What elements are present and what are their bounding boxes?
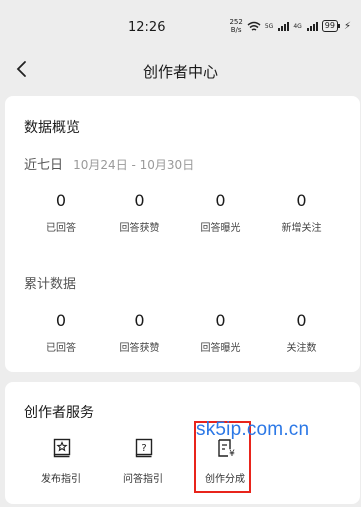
page-title: 创作者中心 — [142, 63, 218, 81]
stat-item[interactable]: 0 回答曝光 — [180, 311, 261, 361]
stat-item[interactable]: 0 回答获赞 — [99, 191, 180, 241]
status-time: 12:26 — [128, 20, 166, 35]
watermark: sk5ip.com.cn — [196, 419, 310, 440]
creator-services-card: 创作者服务 发布指引 ? 问答指引 ¥ 创作分成 — [5, 382, 360, 504]
status-bar: 12:26 252 B/s 5G 4G 99 ⚡ — [0, 0, 361, 44]
total-data-label: 累计数据 — [24, 277, 77, 292]
qa-guide-icon: ? — [135, 438, 153, 458]
stat-label: 回答获赞 — [119, 223, 160, 234]
service-label: 发布指引 — [41, 474, 81, 485]
signal-4g-label: 4G — [293, 22, 302, 30]
total-stats: 0 已回答 0 回答获赞 0 回答曝光 0 关注数 — [5, 311, 360, 361]
network-speed-value: 252 — [229, 18, 243, 26]
stat-item[interactable]: 0 关注数 — [261, 311, 342, 361]
stat-value: 0 — [55, 311, 67, 330]
stat-label: 回答获赞 — [119, 343, 160, 354]
battery-icon: 99 — [321, 20, 341, 32]
stat-value: 0 — [134, 311, 145, 330]
wifi-icon — [247, 21, 261, 31]
stat-item[interactable]: 0 已回答 — [23, 311, 99, 361]
stat-value: 0 — [215, 311, 226, 330]
stat-item[interactable]: 0 新增关注 — [261, 191, 342, 241]
recent-label: 近七日 — [24, 158, 64, 173]
signal-icon — [278, 21, 290, 31]
charging-icon: ⚡ — [343, 20, 351, 32]
recent-stats: 0 已回答 0 回答获赞 0 回答曝光 0 新增关注 — [5, 191, 360, 241]
signal-icon-2 — [306, 21, 318, 31]
stat-label: 已回答 — [46, 223, 76, 234]
stat-value: 0 — [296, 191, 307, 210]
service-label: 问答指引 — [123, 474, 163, 485]
stat-label: 回答曝光 — [200, 343, 241, 354]
stat-item[interactable]: 0 回答曝光 — [180, 191, 261, 241]
status-icons: 252 B/s 5G 4G 99 ⚡ — [229, 18, 351, 34]
stat-label: 回答曝光 — [200, 223, 241, 234]
recent-seven-days-row: 近七日 10月24日 - 10月30日 — [24, 154, 194, 173]
nav-bar: 创作者中心 — [0, 48, 361, 92]
stat-value: 0 — [296, 311, 307, 330]
recent-date-range: 10月24日 - 10月30日 — [73, 158, 195, 172]
stat-label: 关注数 — [286, 343, 317, 354]
svg-text:?: ? — [141, 443, 146, 454]
data-overview-card: 数据概览 近七日 10月24日 - 10月30日 0 已回答 0 回答获赞 0 … — [5, 96, 360, 372]
signal-5g-label: 5G — [264, 22, 274, 30]
network-speed: 252 B/s — [229, 18, 242, 34]
network-speed-unit: B/s — [230, 26, 242, 34]
creator-services-title: 创作者服务 — [24, 405, 94, 421]
stat-value: 0 — [215, 191, 226, 210]
publish-guide-icon — [53, 438, 71, 458]
stat-value: 0 — [134, 191, 145, 210]
service-publish-guide[interactable]: 发布指引 — [31, 434, 91, 490]
data-overview-title: 数据概览 — [24, 120, 80, 136]
stat-label: 新增关注 — [281, 223, 322, 234]
service-qa-guide[interactable]: ? 问答指引 — [113, 434, 173, 490]
stat-item[interactable]: 0 已回答 — [23, 191, 99, 241]
stat-label: 已回答 — [46, 343, 76, 354]
services-list: 发布指引 ? 问答指引 ¥ 创作分成 — [5, 434, 360, 494]
stat-value: 0 — [55, 191, 67, 210]
stat-item[interactable]: 0 回答获赞 — [99, 311, 180, 361]
